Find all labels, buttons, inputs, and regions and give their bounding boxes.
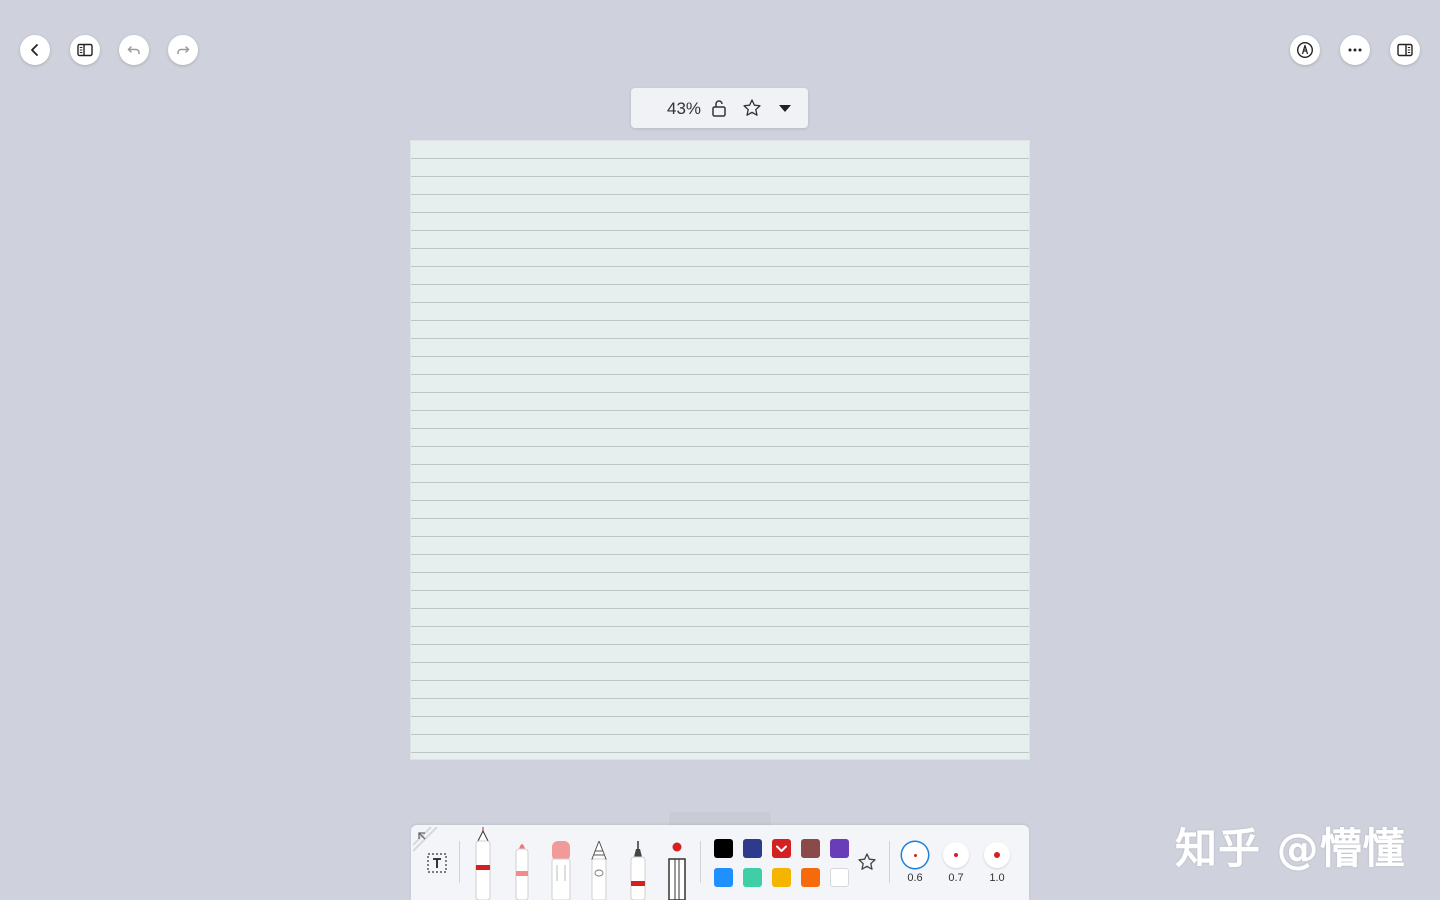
checkmark-icon: [776, 845, 787, 852]
toolbar-divider: [459, 841, 460, 883]
stroke-size-1-0[interactable]: [984, 842, 1010, 868]
size-label-0-7: 0.7: [948, 872, 964, 884]
color-swatch[interactable]: [743, 868, 762, 887]
sidebar-icon: [77, 43, 93, 57]
color-swatch[interactable]: [801, 839, 820, 858]
pen-nib-icon: [1296, 41, 1314, 59]
notebook-page[interactable]: [411, 141, 1029, 759]
pencil-tool[interactable]: [587, 841, 611, 900]
undo-button[interactable]: [119, 35, 149, 65]
fountain-pen-tool[interactable]: [471, 827, 495, 900]
size-dot: [954, 853, 958, 857]
color-swatch[interactable]: [743, 839, 762, 858]
sidebar-toggle-button[interactable]: [70, 35, 100, 65]
toolbar-divider: [700, 841, 701, 883]
caret-down-icon[interactable]: [775, 98, 795, 118]
more-options-button[interactable]: [1340, 35, 1370, 65]
marker-tool[interactable]: [510, 839, 534, 900]
zoom-level[interactable]: 43%: [667, 99, 701, 119]
ballpoint-pen-tool[interactable]: [626, 839, 650, 900]
undo-icon: [127, 46, 140, 55]
color-swatch[interactable]: [714, 839, 733, 858]
pen-mode-button[interactable]: [1290, 35, 1320, 65]
chevron-left-icon: [31, 44, 38, 56]
color-swatch[interactable]: [830, 868, 849, 887]
color-swatch[interactable]: [830, 839, 849, 858]
size-label-1-0: 1.0: [989, 872, 1005, 884]
more-horizontal-icon: [1348, 48, 1362, 52]
watermark: 知乎 @懵懂: [1175, 824, 1406, 873]
color-swatch[interactable]: [714, 868, 733, 887]
ruler-tool[interactable]: [665, 841, 689, 900]
stroke-size-0-7[interactable]: [943, 842, 969, 868]
collapse-arrow-icon[interactable]: [413, 827, 439, 853]
redo-button[interactable]: [168, 35, 198, 65]
star-outline-icon[interactable]: [742, 98, 762, 118]
size-dot: [994, 852, 1000, 858]
color-swatch[interactable]: [772, 839, 791, 858]
toolbar-divider: [889, 841, 890, 883]
text-box-icon[interactable]: [426, 852, 448, 874]
toolbar-drag-handle[interactable]: [669, 812, 771, 825]
stroke-size-0-6[interactable]: [902, 842, 928, 868]
zoom-bar: 43%: [631, 88, 808, 128]
split-view-button[interactable]: [1390, 35, 1420, 65]
pen-toolbar: 0.6 0.7 1.0: [411, 825, 1029, 900]
color-swatch[interactable]: [772, 868, 791, 887]
unlock-icon[interactable]: [709, 98, 729, 118]
size-dot: [913, 853, 917, 857]
eraser-tool[interactable]: [548, 841, 574, 900]
back-button[interactable]: [20, 35, 50, 65]
size-label-0-6: 0.6: [907, 872, 923, 884]
redo-icon: [177, 46, 190, 55]
split-view-icon: [1397, 43, 1413, 57]
star-outline-icon[interactable]: [857, 852, 877, 872]
color-swatch[interactable]: [801, 868, 820, 887]
